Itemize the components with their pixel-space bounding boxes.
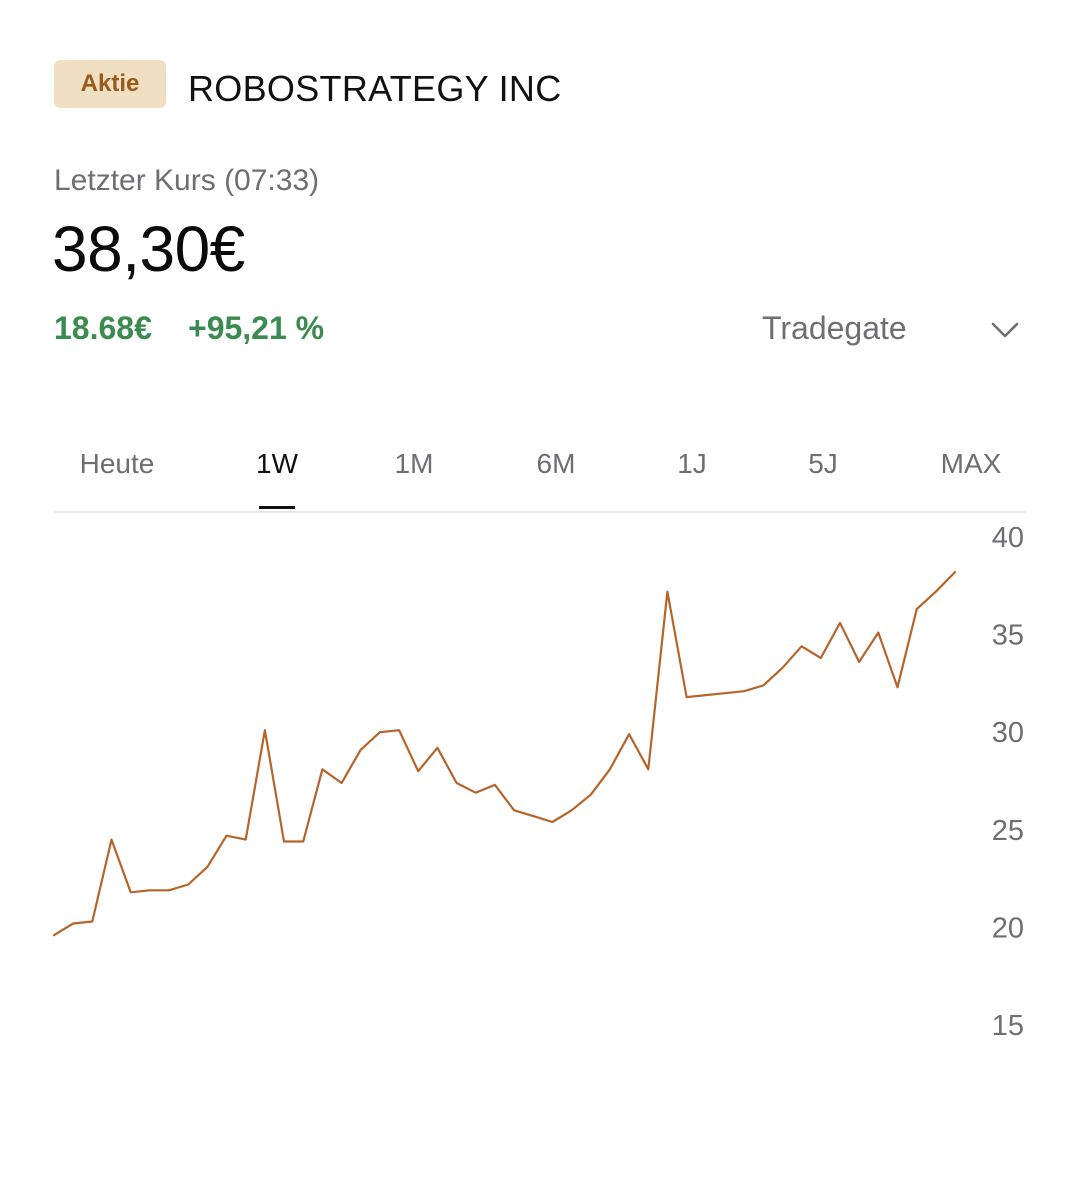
change-percent: +95,21 % <box>188 310 325 346</box>
change-absolute: 18.68€ <box>54 310 152 346</box>
last-price-label: Letzter Kurs (07:33) <box>54 164 320 197</box>
tab-1w[interactable]: 1W <box>256 448 298 480</box>
y-tick-label: 35 <box>992 620 1024 652</box>
tab-1m[interactable]: 1M <box>395 448 434 480</box>
exchange-selector[interactable]: Tradegate <box>762 310 907 347</box>
tab-6m[interactable]: 6M <box>537 448 576 480</box>
y-tick-label: 30 <box>992 717 1024 749</box>
tab-1j[interactable]: 1J <box>677 448 707 480</box>
timeframe-tabs: Heute 1W 1M 6M 1J 5J MAX <box>54 448 1026 512</box>
tab-5j[interactable]: 5J <box>808 448 838 480</box>
price-line <box>52 570 957 937</box>
price-chart[interactable]: 40 35 30 25 20 15 <box>0 513 1080 1113</box>
y-tick-label: 15 <box>992 1010 1024 1042</box>
chevron-down-icon[interactable] <box>990 318 1020 342</box>
y-tick-label: 20 <box>992 912 1024 944</box>
asset-type-badge: Aktie <box>54 60 166 108</box>
tab-heute[interactable]: Heute <box>80 448 155 480</box>
y-tick-label: 25 <box>992 815 1024 847</box>
active-tab-indicator <box>259 506 295 509</box>
y-tick-label: 40 <box>992 522 1024 554</box>
y-axis: 40 35 30 25 20 15 <box>992 522 1024 1042</box>
last-price: 38,30€ <box>52 213 245 285</box>
company-name: ROBOSTRATEGY INC <box>188 68 562 109</box>
tab-max[interactable]: MAX <box>941 448 1002 480</box>
